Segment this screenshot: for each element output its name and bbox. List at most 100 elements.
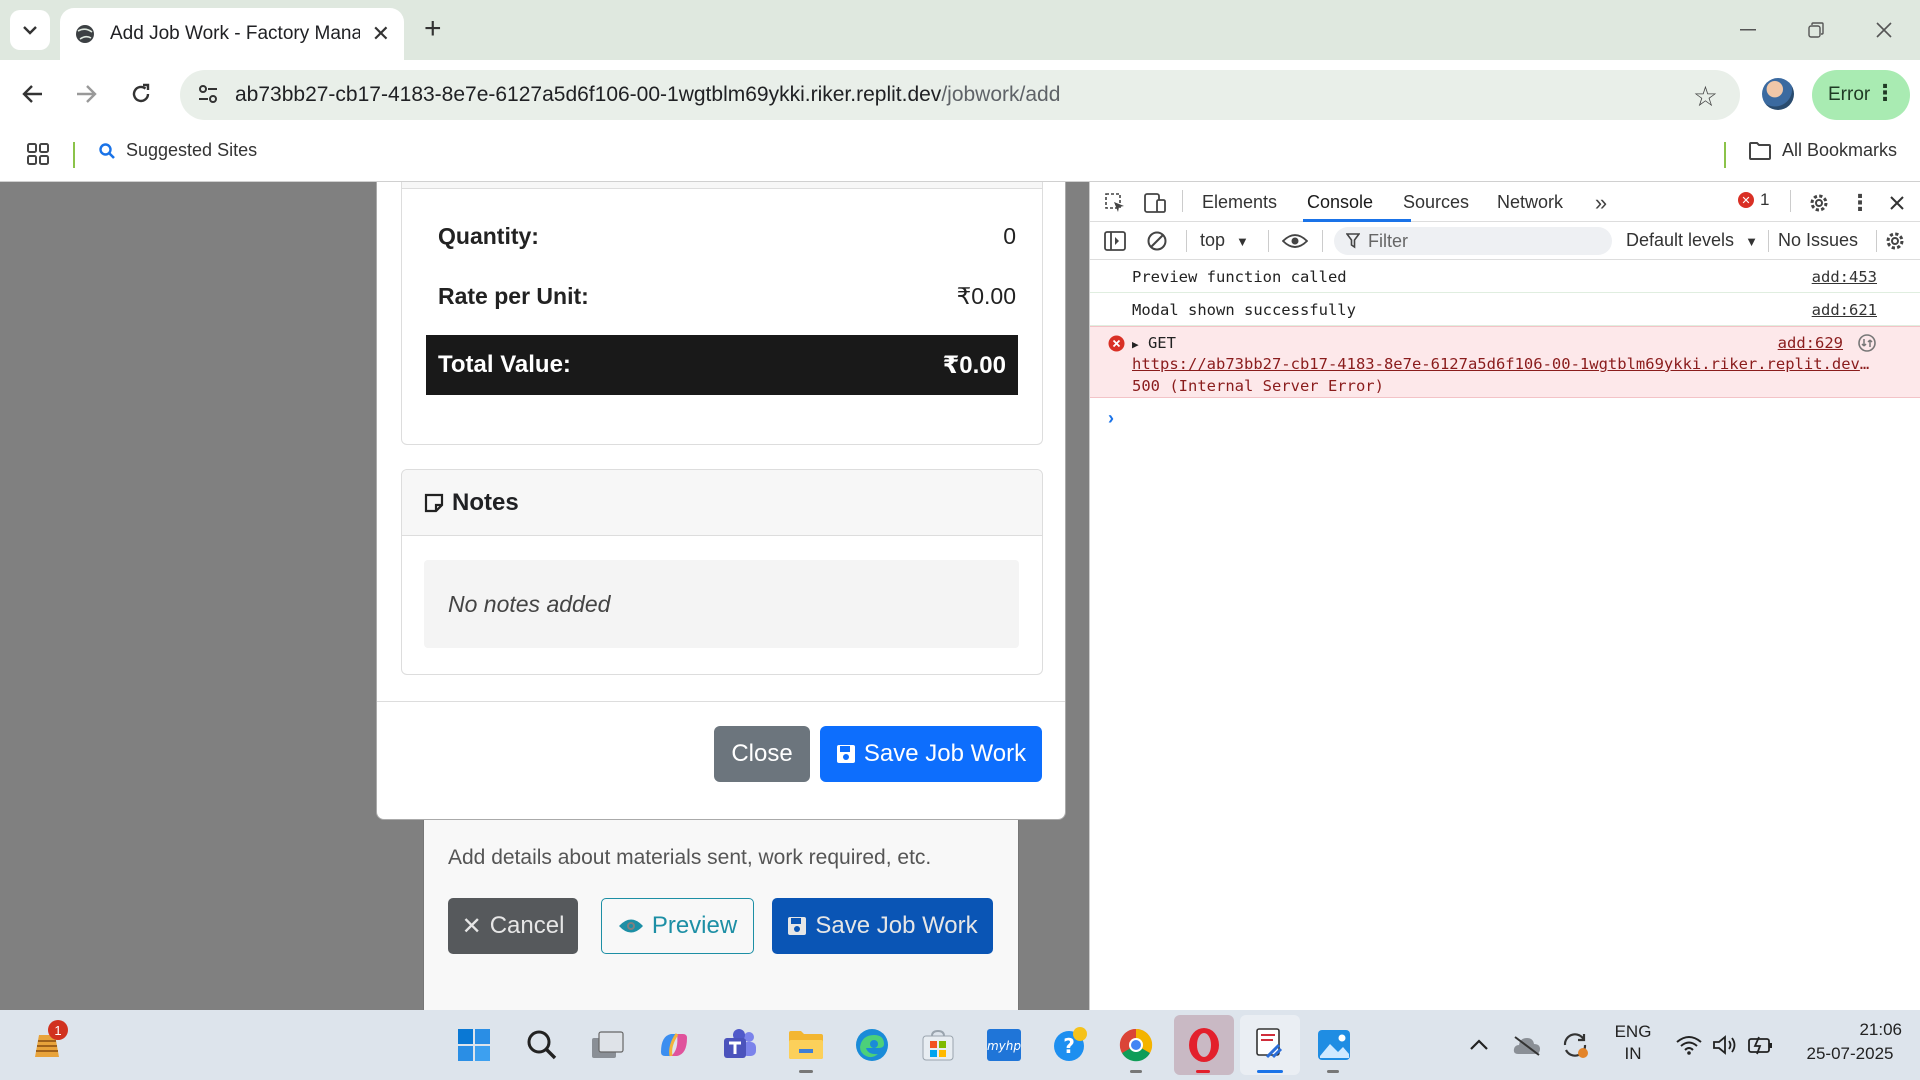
console-settings-gear-icon[interactable] bbox=[1880, 226, 1910, 256]
microsoft-store-icon[interactable] bbox=[917, 1024, 959, 1066]
total-label: Total Value: bbox=[438, 351, 571, 378]
all-bookmarks-label: All Bookmarks bbox=[1782, 140, 1898, 160]
svg-text:?: ? bbox=[1063, 1034, 1075, 1058]
tab-console[interactable]: Console bbox=[1307, 192, 1373, 213]
more-vert-icon: ⋮ bbox=[1874, 80, 1896, 105]
bookmark-suggested-sites[interactable]: Suggested Sites bbox=[98, 140, 257, 161]
caret-down-icon: ▼ bbox=[1236, 234, 1249, 249]
more-tabs-icon[interactable]: » bbox=[1586, 188, 1616, 218]
reload-button[interactable] bbox=[121, 74, 161, 114]
close-icon bbox=[1876, 22, 1892, 38]
error-request-url[interactable]: https://ab73bb27-cb17-4183-8e7e-6127a5d6… bbox=[1132, 355, 1877, 373]
quantity-row: Quantity: 0 bbox=[438, 223, 1016, 250]
language-code: ENG bbox=[1614, 1022, 1652, 1041]
preview-label: Preview bbox=[651, 912, 738, 939]
battery-charging-icon[interactable] bbox=[1740, 1024, 1782, 1066]
tab-elements[interactable]: Elements bbox=[1202, 192, 1277, 213]
floppy-disk-icon bbox=[836, 745, 855, 763]
inspect-element-icon[interactable] bbox=[1100, 188, 1130, 218]
log-source-link[interactable]: add:621 bbox=[1812, 301, 1877, 319]
toolbar-divider bbox=[1790, 190, 1791, 212]
bookmark-star-icon[interactable]: ☆ bbox=[1693, 80, 1718, 113]
address-bar[interactable]: ab73bb27-cb17-4183-8e7e-6127a5d6f106-00-… bbox=[180, 70, 1740, 120]
chrome-icon[interactable] bbox=[1115, 1024, 1157, 1066]
console-filter-input[interactable]: Filter bbox=[1334, 227, 1612, 255]
snipping-tool-icon[interactable] bbox=[1240, 1015, 1300, 1075]
log-levels-dropdown[interactable]: Default levels ▼ bbox=[1626, 230, 1758, 251]
rate-row: Rate per Unit: ₹0.00 bbox=[438, 283, 1016, 310]
console-prompt-chevron-icon[interactable]: › bbox=[1108, 408, 1114, 429]
tab-sources[interactable]: Sources bbox=[1403, 192, 1469, 213]
tab-search-button[interactable] bbox=[10, 10, 50, 50]
clear-console-icon[interactable] bbox=[1142, 226, 1172, 256]
help-icon[interactable]: ? bbox=[1049, 1024, 1091, 1066]
running-indicator bbox=[1196, 1070, 1210, 1073]
reload-icon bbox=[132, 83, 150, 103]
modal-section-edge bbox=[401, 182, 1043, 189]
notes-help-text: Add details about materials sent, work r… bbox=[448, 846, 932, 869]
apps-grid-icon[interactable] bbox=[26, 142, 50, 166]
preview-button[interactable]: Preview bbox=[601, 898, 754, 954]
network-request-icon[interactable] bbox=[1857, 333, 1877, 353]
onedrive-icon[interactable] bbox=[1506, 1024, 1548, 1066]
quantity-label: Quantity: bbox=[438, 223, 539, 249]
task-view-icon[interactable] bbox=[587, 1024, 629, 1066]
error-counter[interactable]: ✕ 1 bbox=[1738, 190, 1769, 210]
teams-icon[interactable] bbox=[719, 1024, 761, 1066]
edge-icon[interactable] bbox=[851, 1024, 893, 1066]
cancel-button[interactable]: ✕ Cancel bbox=[448, 898, 578, 954]
error-expander[interactable]: ▶ GET bbox=[1132, 334, 1176, 352]
error-circle-icon bbox=[1108, 335, 1125, 352]
copilot-icon[interactable] bbox=[653, 1024, 695, 1066]
modal-close-button[interactable]: Close bbox=[714, 726, 810, 782]
site-info-icon[interactable] bbox=[196, 82, 220, 106]
running-indicator bbox=[1327, 1070, 1339, 1073]
globe-icon bbox=[76, 25, 94, 43]
profile-error-button[interactable]: Error ⋮ bbox=[1812, 70, 1910, 120]
restore-button[interactable] bbox=[1796, 12, 1836, 48]
eye-icon[interactable] bbox=[1280, 226, 1310, 256]
language-indicator[interactable]: ENG IN bbox=[1608, 1022, 1658, 1064]
myhp-icon[interactable]: myhp bbox=[983, 1024, 1025, 1066]
browser-tab-active[interactable]: Add Job Work - Factory Manag ✕ bbox=[60, 8, 404, 60]
issues-counter[interactable]: No Issues bbox=[1778, 230, 1858, 251]
filter-funnel-icon bbox=[1346, 233, 1360, 249]
devtools-close-icon[interactable] bbox=[1882, 188, 1912, 218]
log-source-link[interactable]: add:453 bbox=[1812, 268, 1877, 286]
all-bookmarks-button[interactable]: All Bookmarks bbox=[1748, 140, 1897, 161]
minimize-button[interactable] bbox=[1728, 12, 1768, 48]
triangle-right-icon: ▶ bbox=[1132, 338, 1139, 351]
sidebar-toggle-icon[interactable] bbox=[1100, 226, 1130, 256]
settings-gear-icon[interactable] bbox=[1804, 188, 1834, 218]
profile-avatar[interactable] bbox=[1762, 78, 1794, 110]
file-explorer-icon[interactable] bbox=[785, 1024, 827, 1066]
profile-error-label: Error bbox=[1828, 84, 1871, 105]
log-message: Modal shown successfully bbox=[1132, 301, 1356, 319]
device-toolbar-icon[interactable] bbox=[1140, 188, 1170, 218]
photos-icon[interactable] bbox=[1313, 1024, 1355, 1066]
context-selector[interactable]: top ▼ bbox=[1200, 230, 1249, 251]
region-code: IN bbox=[1624, 1044, 1642, 1063]
filter-placeholder: Filter bbox=[1368, 230, 1408, 251]
tray-chevron-up-icon[interactable] bbox=[1458, 1024, 1500, 1066]
back-button[interactable] bbox=[13, 74, 53, 114]
total-value-row: Total Value: ₹0.00 bbox=[426, 335, 1018, 395]
clock[interactable]: 21:06 25-07-2025 bbox=[1790, 1020, 1910, 1064]
window-close-button[interactable] bbox=[1864, 12, 1904, 48]
windows-taskbar: 1 myhp ? ENG IN 21:06 25-07-2025 bbox=[0, 1010, 1920, 1080]
start-windows-icon[interactable] bbox=[453, 1024, 495, 1066]
opera-icon[interactable] bbox=[1174, 1015, 1234, 1075]
toolbar-divider bbox=[1322, 230, 1323, 252]
taskbar-search-icon[interactable] bbox=[521, 1024, 563, 1066]
widgets-badge: 1 bbox=[48, 1020, 68, 1040]
sync-icon[interactable] bbox=[1554, 1024, 1596, 1066]
forward-button[interactable] bbox=[66, 74, 106, 114]
form-save-button[interactable]: Save Job Work bbox=[772, 898, 993, 954]
modal-save-button[interactable]: Save Job Work bbox=[820, 726, 1042, 782]
more-vert-icon[interactable]: ⋮ bbox=[1845, 188, 1875, 218]
new-tab-button[interactable]: + bbox=[424, 14, 442, 44]
widgets-icon[interactable]: 1 bbox=[26, 1020, 68, 1066]
error-source-link[interactable]: add:629 bbox=[1778, 334, 1843, 352]
tab-network[interactable]: Network bbox=[1497, 192, 1563, 213]
tab-close-icon[interactable]: ✕ bbox=[372, 21, 390, 47]
